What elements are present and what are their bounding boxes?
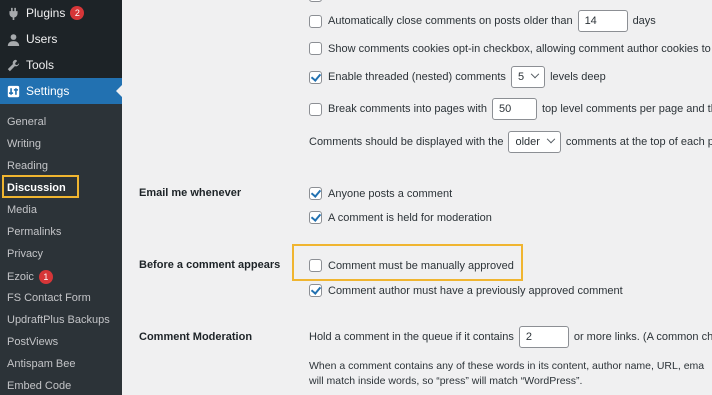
settings-icon xyxy=(0,85,26,98)
menu-tools[interactable]: Tools xyxy=(0,52,122,78)
comments-per-page-input[interactable]: 50 xyxy=(491,98,537,120)
manual-approve-label: Comment must be manually approved xyxy=(328,259,514,272)
held-moderation-checkbox[interactable] xyxy=(309,211,322,224)
submenu-reading[interactable]: Reading xyxy=(7,160,48,172)
moderation-links-row: Hold a comment in the queue if it contai… xyxy=(309,326,712,348)
moderation-links-suffix: or more links. (A common cha xyxy=(573,331,712,343)
menu-users-label: Users xyxy=(26,32,58,46)
menu-settings-label: Settings xyxy=(26,84,70,98)
partial-row-top[interactable] xyxy=(309,0,322,2)
plugins-update-badge: 2 xyxy=(70,6,85,20)
held-moderation-row: A comment is held for moderation xyxy=(309,211,492,224)
plugin-icon xyxy=(0,7,26,20)
display-order-row: Comments should be displayed with the ol… xyxy=(309,131,712,153)
chevron-down-icon xyxy=(530,69,540,79)
display-order-select[interactable]: older xyxy=(508,131,561,153)
submenu-antispam-bee[interactable]: Antispam Bee xyxy=(7,358,75,370)
menu-plugins[interactable]: Plugins 2 xyxy=(0,0,122,26)
auto-close-unit: days xyxy=(632,15,656,27)
anyone-posts-label: Anyone posts a comment xyxy=(328,187,453,200)
submenu-general[interactable]: General xyxy=(7,116,46,128)
manual-approve-row: Comment must be manually approved xyxy=(309,259,514,272)
menu-plugins-label: Plugins xyxy=(26,6,66,20)
submenu-updraftplus[interactable]: UpdraftPlus Backups xyxy=(7,314,110,326)
break-pages-unit: top level comments per page and th xyxy=(541,103,712,115)
display-order-value: older xyxy=(515,136,540,148)
break-pages-checkbox[interactable] xyxy=(309,102,322,116)
display-order-unit: comments at the top of each pa xyxy=(565,136,712,148)
thread-depth-value: 5 xyxy=(517,71,525,83)
prev-approved-checkbox[interactable] xyxy=(309,284,322,297)
settings-submenu: General Writing Reading Discussion Media… xyxy=(0,104,122,395)
auto-close-label: Automatically close comments on posts ol… xyxy=(328,15,573,27)
threaded-checkbox[interactable] xyxy=(309,70,322,84)
moderation-desc-line1: When a comment contains any of these wor… xyxy=(309,360,705,372)
manual-approve-checkbox[interactable] xyxy=(309,259,322,272)
moderation-links-input[interactable]: 2 xyxy=(518,326,569,348)
anyone-posts-row: Anyone posts a comment xyxy=(309,187,452,200)
thread-depth-select[interactable]: 5 xyxy=(510,66,546,88)
threaded-label: Enable threaded (nested) comments xyxy=(328,71,506,83)
users-icon xyxy=(0,33,26,46)
submenu-ezoic-label: Ezoic xyxy=(7,271,34,283)
discussion-settings-form: Automatically close comments on posts ol… xyxy=(122,0,712,395)
submenu-writing[interactable]: Writing xyxy=(7,138,41,150)
discussion-highlight-box xyxy=(2,175,79,198)
prev-approved-row: Comment author must have a previously ap… xyxy=(309,284,623,297)
admin-sidebar: Plugins 2 Users Tools Settings General W… xyxy=(0,0,122,395)
display-order-label: Comments should be displayed with the xyxy=(309,136,504,148)
chevron-down-icon xyxy=(546,134,556,144)
cookies-optin-checkbox[interactable] xyxy=(309,42,322,55)
submenu-privacy[interactable]: Privacy xyxy=(7,248,43,260)
threaded-row: Enable threaded (nested) comments 5 leve… xyxy=(309,66,606,88)
moderation-links-label: Hold a comment in the queue if it contai… xyxy=(309,331,514,343)
held-moderation-label: A comment is held for moderation xyxy=(328,211,492,224)
break-pages-label: Break comments into pages with xyxy=(328,103,487,115)
submenu-fs-contact-form[interactable]: FS Contact Form xyxy=(7,292,91,304)
menu-settings[interactable]: Settings xyxy=(0,78,122,104)
anyone-posts-checkbox[interactable] xyxy=(309,187,322,200)
submenu-media[interactable]: Media xyxy=(7,204,37,216)
cookies-optin-row: Show comments cookies opt-in checkbox, a… xyxy=(309,42,712,55)
menu-users[interactable]: Users xyxy=(0,26,122,52)
auto-close-checkbox[interactable] xyxy=(309,14,322,28)
wrench-icon xyxy=(0,59,26,72)
before-appears-heading: Before a comment appears xyxy=(139,259,281,271)
break-pages-row: Break comments into pages with 50 top le… xyxy=(309,98,712,120)
submenu-postviews[interactable]: PostViews xyxy=(7,336,58,348)
menu-tools-label: Tools xyxy=(26,58,55,72)
email-me-heading: Email me whenever xyxy=(139,187,242,199)
moderation-heading: Comment Moderation xyxy=(139,331,253,343)
moderation-desc-line2: will match inside words, so “press” will… xyxy=(309,375,583,387)
prev-approved-label: Comment author must have a previously ap… xyxy=(328,284,623,297)
submenu-ezoic[interactable]: Ezoic 1 xyxy=(7,270,53,284)
auto-close-row: Automatically close comments on posts ol… xyxy=(309,10,656,32)
auto-close-days-input[interactable]: 14 xyxy=(577,10,628,32)
submenu-permalinks[interactable]: Permalinks xyxy=(7,226,61,238)
ezoic-badge: 1 xyxy=(38,270,53,284)
threaded-unit: levels deep xyxy=(550,71,606,83)
submenu-embed-code[interactable]: Embed Code xyxy=(7,380,71,392)
cookies-optin-label: Show comments cookies opt-in checkbox, a… xyxy=(328,42,712,55)
